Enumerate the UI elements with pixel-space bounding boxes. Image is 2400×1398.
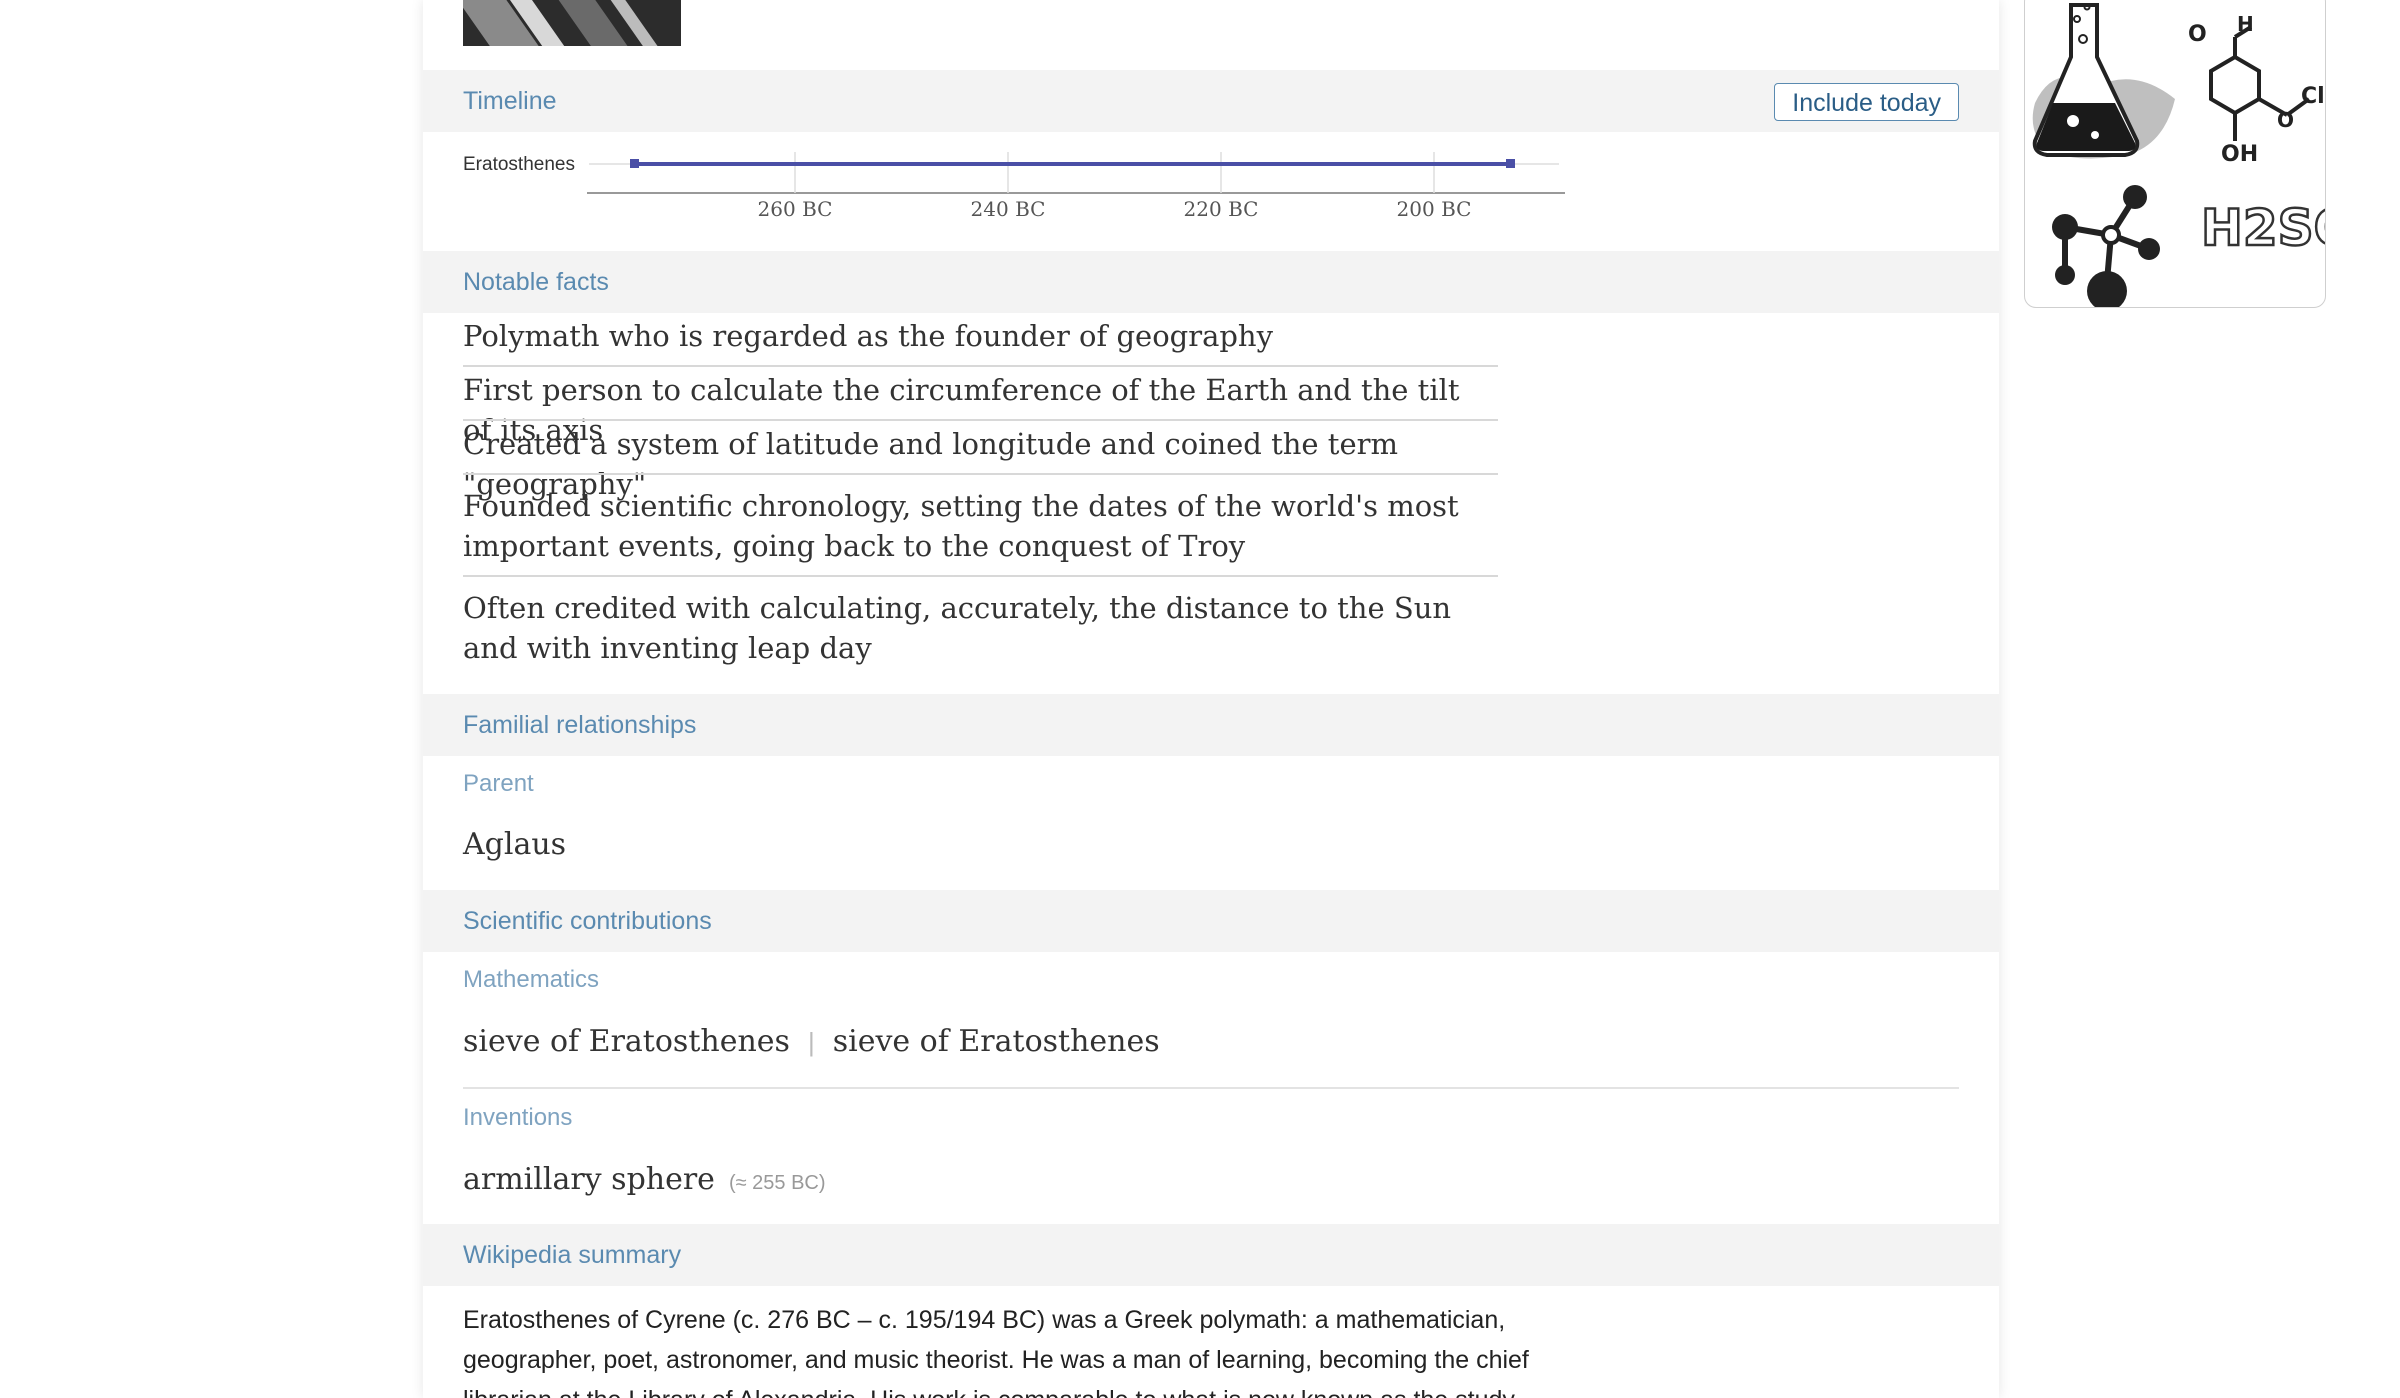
timeline-title: Timeline [463,87,557,115]
invention-date-note: (≈ 255 BC) [728,1172,826,1194]
include-today-button[interactable]: Include today [1774,83,1959,121]
inventions-label: Inventions [463,1104,573,1131]
timeline-chart: 260 BC 240 BC 220 BC 200 BC [587,152,1565,221]
wikipedia-summary-text: Eratosthenes of Cyrene (c. 276 BC – c. 1… [463,1306,1529,1398]
mathematics-label: Mathematics [463,966,600,993]
mathematics-value[interactable]: sieve of Eratosthenes [463,1024,790,1059]
notable-facts-section-header: Notable facts [423,251,1999,313]
scientific-section-header: Scientific contributions [423,890,1999,952]
svg-text:O: O [2188,22,2207,47]
timeline-tick-label: 240 BC [971,197,1046,221]
fact-divider [463,575,1498,577]
person-image-thumbnail[interactable] [463,0,681,46]
notable-facts-title: Notable facts [463,268,609,296]
wikipedia-title: Wikipedia summary [463,1241,682,1269]
familial-section-header: Familial relationships [423,694,1999,756]
bubble [2091,131,2099,139]
wikipedia-section-header: Wikipedia summary [423,1224,1999,1286]
svg-text:Cl: Cl [2301,84,2325,109]
chemistry-drawing: O H OH O Cl H2SO4 [2032,3,2325,307]
timeline-tick-label: 200 BC [1397,197,1472,221]
molecule-structure-icon [2209,25,2311,141]
lifespan-start-marker [630,159,639,168]
timeline-section-header: Timeline Include today [423,70,1999,132]
atom [2052,214,2078,240]
familial-title: Familial relationships [463,711,697,739]
value-separator: | [807,1027,815,1057]
row-divider [463,1087,1959,1089]
invention-value[interactable]: armillary sphere [463,1162,715,1197]
atom [2087,271,2127,307]
notable-fact-item: Often credited with calculating, accurat… [463,591,1452,665]
parent-label: Parent [463,770,534,797]
atom [2101,225,2121,245]
chemistry-illustration[interactable]: O H OH O Cl H2SO4 [2024,0,2326,308]
parent-value[interactable]: Aglaus [463,827,566,862]
notable-fact-item: Polymath who is regarded as the founder … [463,319,1273,353]
notable-fact-item: Founded scientific chronology, setting t… [463,489,1459,563]
sulfuric-acid-formula: H2SO4 [2201,199,2325,257]
fact-divider [463,365,1498,367]
result-card: Timeline Include today Eratosthenes 260 … [423,0,1999,1398]
lifespan-end-marker [1506,159,1515,168]
mathematics-values: sieve of Eratosthenes | sieve of Eratosthe… [463,1024,1160,1059]
svg-text:O: O [2277,108,2294,132]
atom [2138,238,2160,260]
fact-divider [463,473,1498,475]
fact-divider [463,419,1498,421]
bubble [2067,115,2079,127]
timeline-tick-label: 260 BC [758,197,833,221]
inventions-values: armillary sphere (≈ 255 BC) [463,1162,826,1197]
svg-text:H: H [2237,12,2254,36]
scientific-title: Scientific contributions [463,907,712,935]
mathematics-value[interactable]: sieve of Eratosthenes [833,1024,1160,1059]
timeline-tick-label: 220 BC [1184,197,1259,221]
svg-text:OH: OH [2221,142,2258,167]
atom [2055,265,2075,285]
atom [2123,185,2147,209]
